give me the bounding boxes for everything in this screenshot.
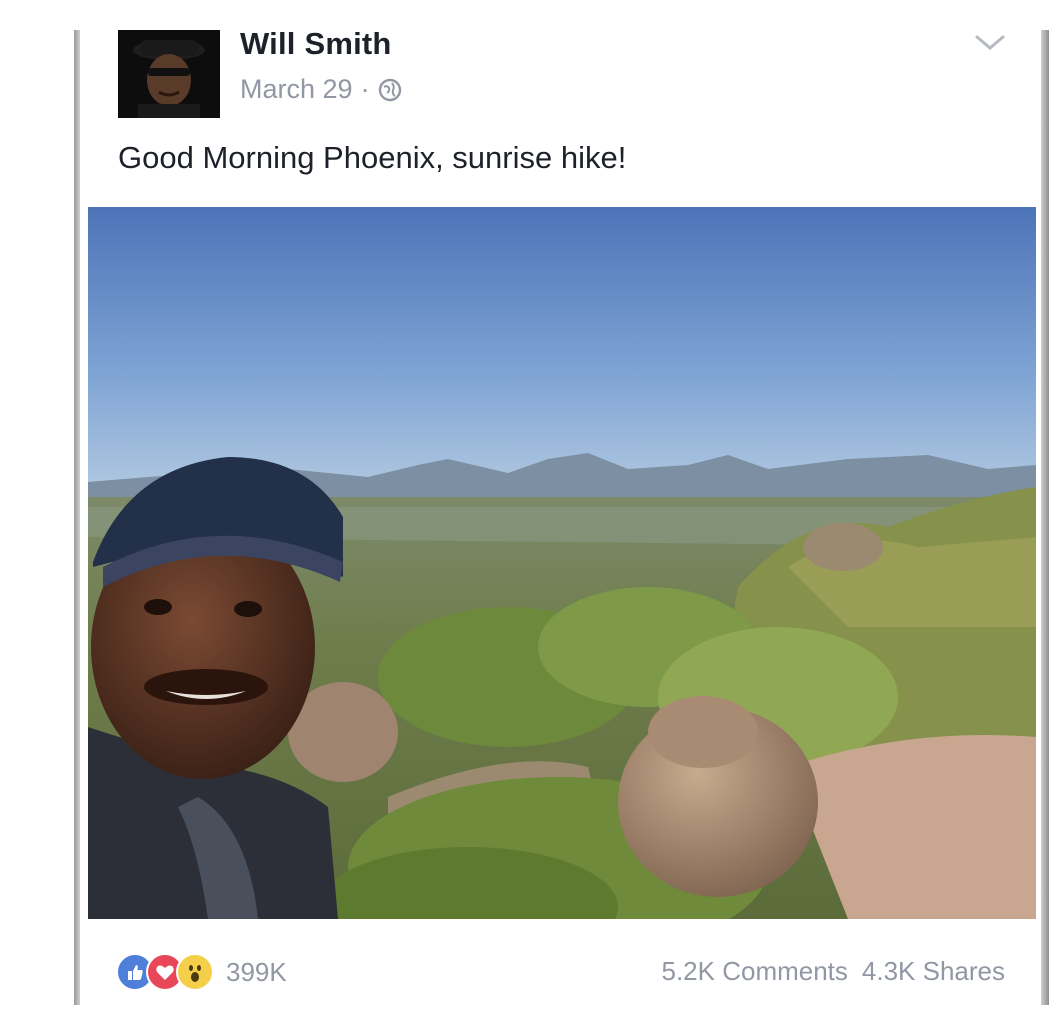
wow-icon: [176, 953, 214, 991]
post-meta: March 29 ·: [240, 74, 402, 105]
reactions-summary[interactable]: 399K: [116, 952, 287, 992]
author-name[interactable]: Will Smith: [240, 26, 392, 62]
globe-icon[interactable]: [378, 78, 402, 102]
author-avatar[interactable]: [118, 30, 220, 118]
comments-count[interactable]: 5.2K Comments: [662, 956, 848, 987]
post-card: Will Smith March 29 · Good Morning Phoen…: [80, 26, 1041, 1005]
post-photo[interactable]: [88, 207, 1036, 919]
screenshot-stage: Will Smith March 29 · Good Morning Phoen…: [0, 0, 1063, 1030]
post-date[interactable]: March 29: [240, 74, 353, 105]
post-stats: 5.2K Comments 4.3K Shares: [662, 956, 1006, 987]
frame-edge-right: [1041, 30, 1049, 1005]
chevron-down-icon[interactable]: [973, 32, 1007, 54]
date-separator: ·: [360, 74, 370, 104]
shares-count[interactable]: 4.3K Shares: [862, 956, 1005, 987]
post-text: Good Morning Phoenix, sunrise hike!: [118, 140, 627, 175]
reaction-count: 399K: [226, 956, 287, 987]
